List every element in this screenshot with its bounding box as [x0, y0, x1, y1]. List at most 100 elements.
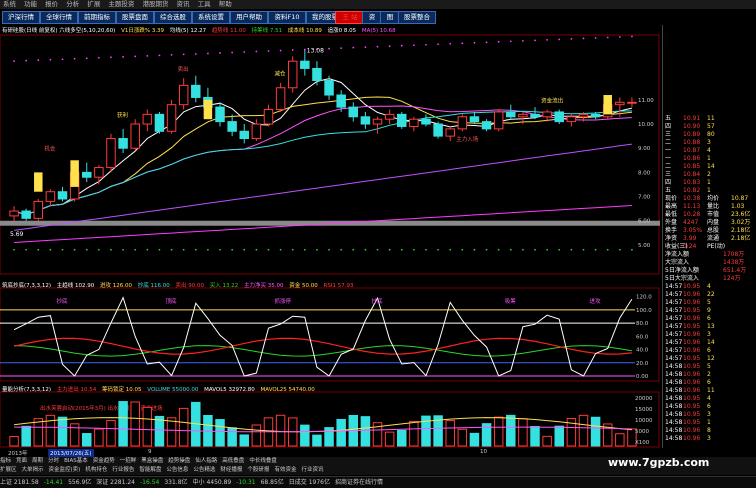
dot-marker: [207, 248, 209, 251]
toolbar-button-tu[interactable]: 图: [380, 11, 400, 24]
toolbar-button-integrate[interactable]: 股票整合: [398, 11, 436, 24]
tick-row-cell: 5: [707, 299, 711, 306]
oscillator-panel[interactable]: 筑底抄底(7,3,3,12) 主趋线 102.90 进攻 126.00 抄底 1…: [0, 280, 660, 382]
menu-item-help[interactable]: 帮助: [219, 0, 232, 8]
stat-row-cell: 10.87: [731, 195, 749, 202]
indicator-tab[interactable]: 中长线叠盘: [249, 458, 277, 464]
stat-row: 换手 3.05% 总股 2.18亿: [665, 227, 755, 235]
dot-marker: [37, 248, 40, 251]
toolbar-button-zi[interactable]: 资: [362, 11, 382, 24]
menu-item-analysis[interactable]: 分析: [66, 0, 79, 8]
indicator-tab[interactable]: 趋势操盘: [168, 458, 190, 464]
dot-marker: [473, 248, 476, 251]
volume-panel[interactable]: 量能分析(7,3,3,12) 主力进出 10.54 筹码锁定 10.05 VOL…: [0, 384, 660, 448]
stat-row-cell: 总股: [707, 227, 720, 234]
volume-bar: [542, 435, 552, 447]
indicator-tab[interactable]: 一招鲜: [120, 458, 137, 464]
extension-tab[interactable]: 机构持仓: [85, 467, 107, 473]
indicator-tab[interactable]: 指标: [0, 458, 11, 464]
candle: [82, 171, 92, 178]
axis-year: 2013年: [8, 451, 28, 457]
status-item: 招商证券在线行情: [334, 479, 383, 486]
menu-item-theme[interactable]: 主题投资: [108, 0, 134, 8]
menu-item-hk-futures[interactable]: 港股期货: [142, 0, 168, 8]
toolbar-button-stock-picker[interactable]: 综合选股: [154, 11, 192, 24]
dot-marker: [97, 248, 100, 251]
dot-marker: [170, 53, 173, 56]
extension-tab[interactable]: 扩展区: [0, 467, 17, 473]
extension-tab[interactable]: 行业资讯: [301, 467, 323, 473]
tick-row-cell: 10.95: [683, 355, 701, 362]
menu-item-info[interactable]: 资讯: [177, 0, 190, 8]
menu-item-system[interactable]: 系统: [3, 0, 16, 8]
indicator-tab[interactable]: 仙人指路: [195, 458, 217, 464]
dot-marker: [303, 48, 306, 51]
tick-row-cell: 3: [707, 435, 711, 442]
candle: [530, 113, 540, 118]
toolbar-button-indicators[interactable]: 前期指标: [78, 11, 116, 24]
menu-item-quote[interactable]: 报价: [45, 0, 58, 8]
tick-row: 14:57 10.96 6: [665, 347, 755, 355]
bid-row-cell: 1: [707, 179, 711, 186]
indicator-tab[interactable]: 资金趋势: [93, 458, 115, 464]
signal-bar: [203, 99, 213, 120]
candle: [118, 138, 128, 149]
dot-marker: [267, 50, 270, 52]
toolbar-button-settings[interactable]: 系统设置: [192, 11, 230, 24]
stat-row-cell: 净资: [665, 235, 678, 242]
flow-row: 净流入额 1708万: [665, 251, 755, 259]
menu-item-extend[interactable]: 扩展: [87, 0, 100, 8]
tick-row-cell: 14:58: [665, 435, 683, 442]
ask-row: 三 10.89 80: [665, 131, 755, 139]
toolbar-button-station[interactable]: 王 站: [335, 11, 365, 24]
toolbar-button-hs-quote[interactable]: 沪深行情: [2, 11, 40, 24]
extension-tab[interactable]: 公告信息: [166, 467, 188, 473]
candle: [300, 60, 310, 69]
dot-marker: [570, 248, 573, 251]
menu-item-tools[interactable]: 工具: [198, 0, 211, 8]
tick-row-cell: 14:58: [665, 403, 683, 410]
tick-row-cell: 4: [707, 395, 711, 402]
tick-row: 14:58 10.95 4: [665, 395, 755, 403]
indicator-tab[interactable]: 分时: [48, 458, 59, 464]
toolbar-button-global-quote[interactable]: 全球行情: [40, 11, 78, 24]
dot-marker: [110, 56, 112, 59]
indicator-tab[interactable]: BIAS基本: [64, 458, 88, 464]
extension-tab[interactable]: 智能解盘: [139, 467, 161, 473]
tick-row-cell: 10.96: [683, 299, 701, 306]
indicator-tab[interactable]: 黑盒操盘: [141, 458, 163, 464]
extension-tab[interactable]: 财经播报: [220, 467, 242, 473]
dot-marker: [85, 248, 88, 251]
toolbar-button-f10[interactable]: 资料F10: [268, 11, 306, 24]
extension-tab[interactable]: 个股研报: [247, 467, 269, 473]
extension-tab[interactable]: 大单揭示: [22, 467, 44, 473]
dot-marker: [328, 47, 330, 50]
candlestick-chart[interactable]: 13.08 5.69 机会 获利 卖出减仓主力入场 资金流出 11.00 10.00 9.00 8…: [0, 25, 660, 275]
tick-row: 14:57 10.95 9: [665, 307, 755, 315]
date-axis: 2013年 2013/07/26(五) 9 10: [0, 449, 660, 457]
indicator-tab[interactable]: 周期: [32, 458, 43, 464]
menu-item-function[interactable]: 功能: [24, 0, 37, 8]
flow-row: 大宗流入 1438万: [665, 259, 755, 267]
toolbar-button-help[interactable]: 用户帮助: [230, 11, 268, 24]
extension-tab[interactable]: 资金监控(卖): [49, 467, 81, 473]
oscillator-chart[interactable]: 抄底 顶底 抓涨停 抄底 吸筹 进攻 120.0 100.0 80.0 60.0 40.0 20.0 0…: [0, 280, 660, 382]
dot-marker: [534, 248, 536, 251]
dot-marker: [485, 41, 488, 44]
main-chart-panel[interactable]: 有研硅股(日线 前复权) 六线多空(5,10,20,60) V1日涨跌% 3.3…: [0, 25, 660, 275]
volume-chart[interactable]: 20000 15000 10000 5000 X100: [0, 384, 660, 448]
volume-bar: [21, 425, 31, 447]
indicator-tab[interactable]: 竞面: [16, 458, 27, 464]
stat-row-cell: 最低: [665, 211, 678, 218]
dot-marker: [49, 248, 52, 251]
toolbar-button-stock-board[interactable]: 股票盘面: [116, 11, 154, 24]
flow-label: 净流入额: [665, 251, 690, 258]
indicator-tab[interactable]: 高低叠盘: [222, 458, 244, 464]
dot-marker: [606, 248, 609, 251]
extension-tab[interactable]: 有效资金: [274, 467, 296, 473]
extension-tab[interactable]: 行业报告: [112, 467, 134, 473]
dot-marker: [485, 248, 488, 251]
extension-tab[interactable]: 公告精选: [193, 467, 215, 473]
tick-row-cell: 10.95: [683, 283, 701, 290]
toolbar: 沪深行情 全球行情 前期指标 股票盘面 综合选股 系统设置 用户帮助 资料F10…: [0, 9, 756, 25]
